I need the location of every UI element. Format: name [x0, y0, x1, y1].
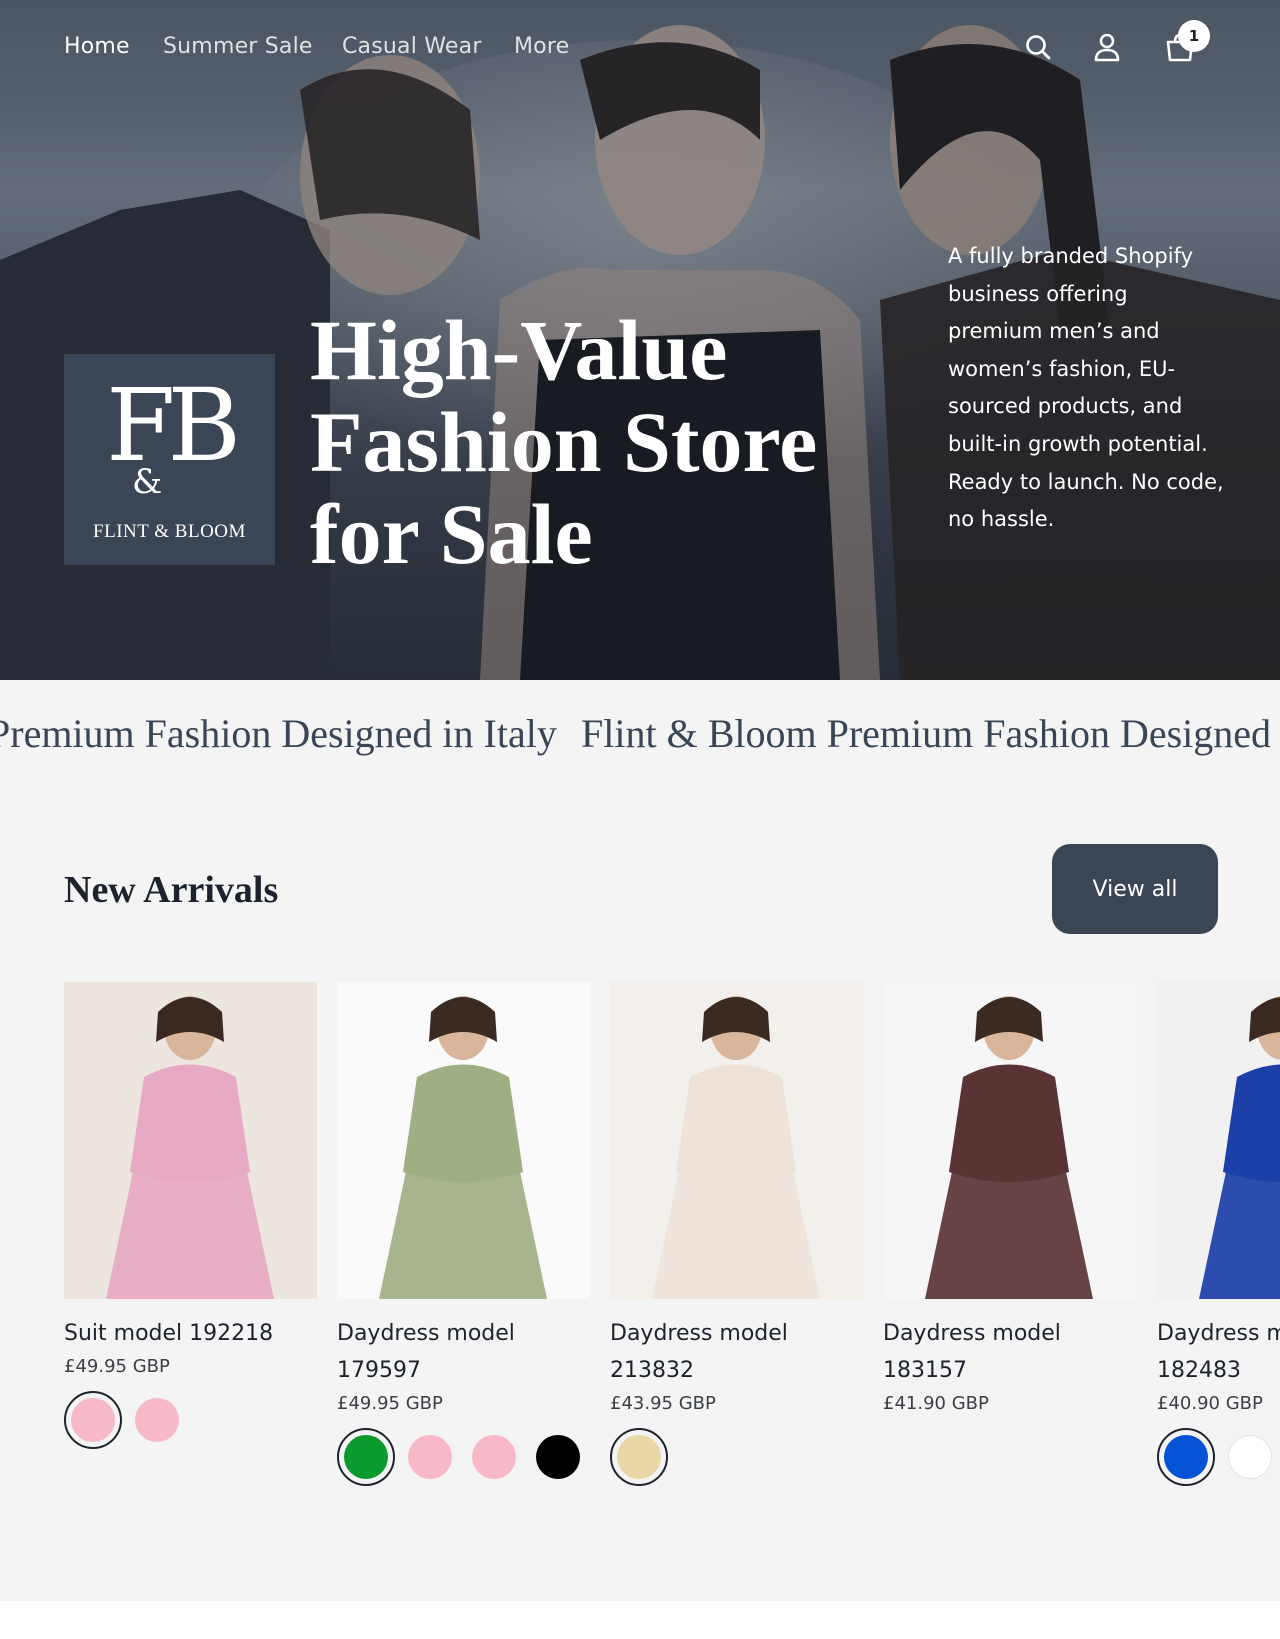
color-swatches [1157, 1428, 1280, 1486]
hero-title: High-Value Fashion Store for Sale [310, 304, 870, 580]
hero-banner: Home Summer Sale Casual Wear More 1 FB &… [0, 0, 1280, 680]
product-card[interactable]: Daydress model 213832 £43.95 GBP [610, 982, 863, 1486]
cart-count-badge: 1 [1178, 20, 1210, 52]
search-icon[interactable] [1021, 30, 1055, 64]
swatch-color-dot [135, 1398, 179, 1442]
swatch-color-dot [408, 1435, 452, 1479]
product-card[interactable]: Daydress model 183157 £41.90 GBP [883, 982, 1136, 1414]
color-swatch[interactable] [401, 1428, 459, 1486]
marquee-item: Flint & Bloom Premium Fashion Designed i… [581, 711, 1280, 756]
view-all-button[interactable]: View all [1052, 844, 1218, 934]
product-image[interactable] [337, 982, 590, 1299]
color-swatch[interactable] [610, 1428, 668, 1486]
nav-link-more[interactable]: More [514, 34, 569, 59]
nav-link-home[interactable]: Home [64, 34, 130, 59]
swatch-color-dot [344, 1435, 388, 1479]
product-card[interactable]: Suit model 192218 £49.95 GBP [64, 982, 317, 1449]
brand-logo[interactable]: FB & FLINT & BLOOM [64, 354, 275, 565]
product-card[interactable]: Daydress model 182483 £40.90 GBP [1157, 982, 1280, 1486]
swatch-color-dot [472, 1435, 516, 1479]
color-swatch[interactable] [337, 1428, 395, 1486]
color-swatches [337, 1428, 590, 1486]
product-image[interactable] [64, 982, 317, 1299]
hero-description: A fully branded Shopify business offerin… [948, 244, 1224, 532]
color-swatch[interactable] [465, 1428, 523, 1486]
product-image[interactable] [1157, 982, 1280, 1299]
product-price: £40.90 GBP [1157, 1393, 1263, 1414]
hero-title-line: for Sale [310, 486, 593, 582]
page-footer-edge [0, 1601, 1280, 1639]
color-swatch[interactable] [529, 1428, 587, 1486]
product-image[interactable] [883, 982, 1136, 1299]
logo-monogram: FB [106, 367, 241, 484]
product-name[interactable]: Suit model 192218 [64, 1315, 317, 1352]
product-price: £43.95 GBP [610, 1393, 716, 1414]
swatch-color-dot [1228, 1435, 1272, 1479]
section-title: New Arrivals [64, 869, 279, 911]
swatch-color-dot [71, 1398, 115, 1442]
logo-ampersand: & [132, 462, 163, 502]
swatch-color-dot [617, 1435, 661, 1479]
product-image[interactable] [610, 982, 863, 1299]
product-card[interactable]: Daydress model 179597 £49.95 GBP [337, 982, 590, 1486]
product-name[interactable]: Daydress model 179597 [337, 1315, 590, 1389]
product-name[interactable]: Daydress model 213832 [610, 1315, 863, 1389]
product-price: £49.95 GBP [64, 1356, 170, 1377]
color-swatch[interactable] [1157, 1428, 1215, 1486]
scrolling-marquee: Premium Fashion Designed in Italy Flint … [0, 680, 1280, 788]
product-name[interactable]: Daydress model 182483 [1157, 1315, 1280, 1389]
product-price: £41.90 GBP [883, 1393, 989, 1414]
product-name[interactable]: Daydress model 183157 [883, 1315, 1136, 1389]
nav-link-casual-wear[interactable]: Casual Wear [342, 34, 482, 59]
nav-link-summer-sale[interactable]: Summer Sale [163, 34, 313, 59]
color-swatches [64, 1391, 317, 1449]
swatch-color-dot [536, 1435, 580, 1479]
color-swatch[interactable] [64, 1391, 122, 1449]
product-price: £49.95 GBP [337, 1393, 443, 1414]
color-swatch[interactable] [1221, 1428, 1279, 1486]
account-icon[interactable] [1090, 30, 1124, 64]
top-navigation: Home Summer Sale Casual Wear More 1 [0, 0, 1280, 100]
hero-title-line: High-Value [310, 302, 728, 398]
color-swatches [610, 1428, 863, 1486]
marquee-item: Premium Fashion Designed in Italy [0, 711, 557, 756]
color-swatch[interactable] [128, 1391, 186, 1449]
swatch-color-dot [1164, 1435, 1208, 1479]
new-arrivals-section: New Arrivals View all Suit model 192218 £… [0, 788, 1280, 1601]
logo-wordmark: FLINT & BLOOM [93, 521, 246, 542]
hero-title-line: Fashion Store [310, 394, 818, 490]
